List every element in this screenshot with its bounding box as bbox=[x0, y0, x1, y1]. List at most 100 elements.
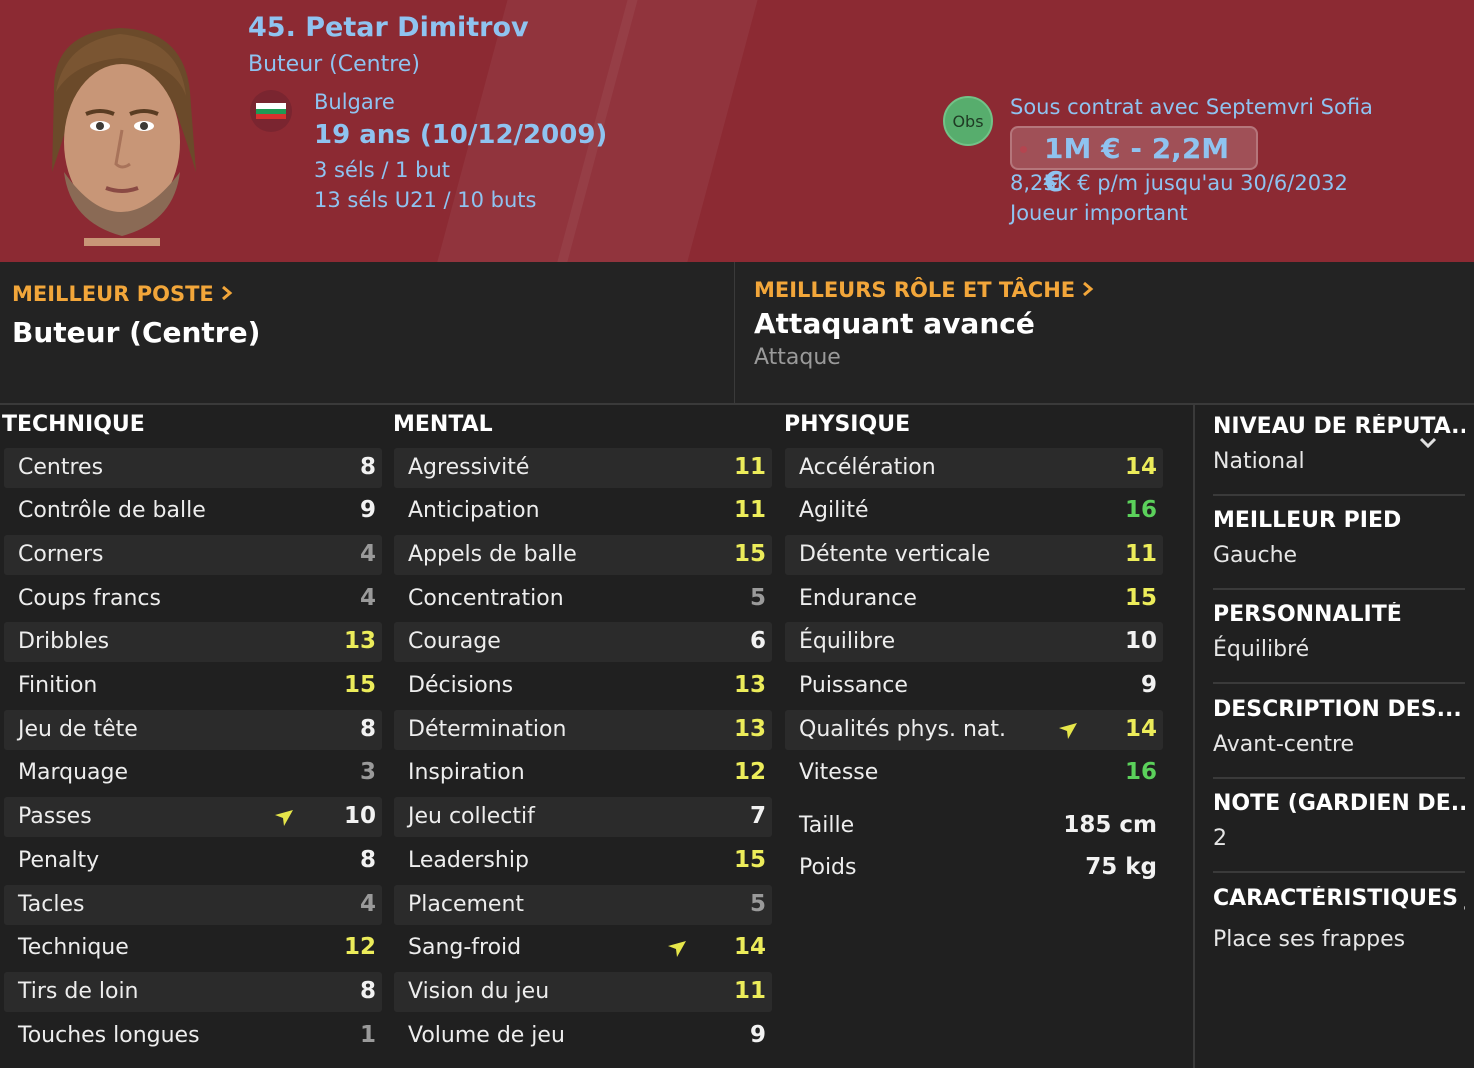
personality-block: PERSONNALITÉ Équilibré bbox=[1213, 602, 1465, 662]
attr-row-controle-de-balle[interactable]: Contrôle de balle 9 bbox=[4, 491, 382, 531]
attr-name: Décisions bbox=[408, 673, 514, 698]
divider bbox=[1213, 588, 1465, 590]
attr-name: Penalty bbox=[18, 848, 100, 873]
attr-value: 4 bbox=[359, 585, 376, 611]
attr-value: 14 bbox=[733, 934, 766, 960]
attr-row-detente-verticale[interactable]: Détente verticale 11 bbox=[785, 535, 1163, 575]
attr-row-penalty[interactable]: Penalty 8 bbox=[4, 841, 382, 881]
attr-row-endurance[interactable]: Endurance 15 bbox=[785, 579, 1163, 619]
best-position-panel: MEILLEUR POSTE Buteur (Centre) bbox=[0, 262, 734, 404]
attr-name: Coups francs bbox=[18, 586, 161, 611]
attr-value: 3 bbox=[359, 759, 376, 785]
player-header: 45. Petar Dimitrov Buteur (Centre) Bulga… bbox=[0, 0, 1474, 262]
attr-row-coups-francs[interactable]: Coups francs 4 bbox=[4, 579, 382, 619]
attr-name: Équilibre bbox=[799, 629, 896, 654]
weight-label: Poids bbox=[799, 855, 857, 880]
attr-value: 15 bbox=[733, 541, 766, 567]
attr-row-passes[interactable]: Passes 10 bbox=[4, 797, 382, 837]
attr-row-equilibre[interactable]: Équilibre 10 bbox=[785, 622, 1163, 662]
technique-title: TECHNIQUE bbox=[2, 412, 145, 437]
attr-value: 9 bbox=[749, 1022, 766, 1048]
personality-title: PERSONNALITÉ bbox=[1213, 602, 1402, 627]
attr-row-agressivite[interactable]: Agressivité 11 bbox=[394, 448, 772, 488]
attr-row-acceleration[interactable]: Accélération 14 bbox=[785, 448, 1163, 488]
attr-value: 11 bbox=[733, 454, 766, 480]
attr-row-leadership[interactable]: Leadership 15 bbox=[394, 841, 772, 881]
attr-row-concentration[interactable]: Concentration 5 bbox=[394, 579, 772, 619]
attr-value: 4 bbox=[359, 541, 376, 567]
attr-row-technique[interactable]: Technique 12 bbox=[4, 928, 382, 968]
best-role-duty: Attaque bbox=[754, 345, 841, 370]
player-nationality[interactable]: Bulgare bbox=[314, 90, 395, 114]
attr-name: Détermination bbox=[408, 717, 567, 742]
value-dot-icon bbox=[1020, 146, 1027, 153]
attr-row-tacles[interactable]: Tacles 4 bbox=[4, 885, 382, 925]
scout-badge[interactable]: Obs bbox=[943, 96, 993, 146]
attr-name: Détente verticale bbox=[799, 542, 991, 567]
best-role-panel: MEILLEURS RÔLE ET TÂCHE Attaquant avancé… bbox=[735, 262, 1474, 404]
attr-row-sang-froid[interactable]: Sang-froid 14 bbox=[394, 928, 772, 968]
attr-value: 13 bbox=[733, 716, 766, 742]
attr-value: 11 bbox=[733, 978, 766, 1004]
attr-row-dribbles[interactable]: Dribbles 13 bbox=[4, 622, 382, 662]
attr-value: 14 bbox=[1124, 716, 1157, 742]
attr-row-placement[interactable]: Placement 5 bbox=[394, 885, 772, 925]
attr-row-agilite[interactable]: Agilité 16 bbox=[785, 491, 1163, 531]
attr-name: Jeu de tête bbox=[18, 717, 138, 742]
traits-title: CARACTÉRISTIQUES J bbox=[1213, 886, 1465, 911]
attr-row-decisions[interactable]: Décisions 13 bbox=[394, 666, 772, 706]
attr-row-jeu-de-tete[interactable]: Jeu de tête 8 bbox=[4, 710, 382, 750]
contract-club[interactable]: Sous contrat avec Septemvri Sofia bbox=[1010, 95, 1373, 119]
attr-row-courage[interactable]: Courage 6 bbox=[394, 622, 772, 662]
attr-name: Accélération bbox=[799, 455, 936, 480]
attr-name: Technique bbox=[18, 935, 129, 960]
attr-value: 15 bbox=[733, 847, 766, 873]
best-position-link[interactable]: MEILLEUR POSTE bbox=[12, 282, 233, 306]
attr-row-appels-de-balle[interactable]: Appels de balle 15 bbox=[394, 535, 772, 575]
divider bbox=[1213, 777, 1465, 779]
attr-row-jeu-collectif[interactable]: Jeu collectif 7 bbox=[394, 797, 772, 837]
attr-name: Corners bbox=[18, 542, 104, 567]
traits-value: Place ses frappes bbox=[1213, 927, 1406, 952]
attr-name: Tacles bbox=[18, 892, 85, 917]
description-block: DESCRIPTION DES... Avant-centre bbox=[1213, 697, 1465, 757]
attr-name: Anticipation bbox=[408, 498, 540, 523]
description-value: Avant-centre bbox=[1213, 732, 1355, 757]
chevron-right-icon bbox=[222, 285, 233, 301]
player-caps: 3 séls / 1 but bbox=[314, 158, 451, 182]
divider bbox=[1213, 871, 1465, 873]
attr-row-marquage[interactable]: Marquage 3 bbox=[4, 753, 382, 793]
attr-name: Tirs de loin bbox=[18, 979, 139, 1004]
attr-value: 12 bbox=[733, 759, 766, 785]
attr-row-corners[interactable]: Corners 4 bbox=[4, 535, 382, 575]
attr-name: Vision du jeu bbox=[408, 979, 550, 1004]
attr-name: Agilité bbox=[799, 498, 869, 523]
best-foot-title: MEILLEUR PIED bbox=[1213, 508, 1402, 533]
attr-row-tirs-de-loin[interactable]: Tirs de loin 8 bbox=[4, 972, 382, 1012]
attr-value: 8 bbox=[359, 978, 376, 1004]
attr-row-puissance[interactable]: Puissance 9 bbox=[785, 666, 1163, 706]
attr-value: 11 bbox=[733, 497, 766, 523]
attr-value: 11 bbox=[1124, 541, 1157, 567]
attr-row-vitesse[interactable]: Vitesse 16 bbox=[785, 753, 1163, 793]
attr-row-centres[interactable]: Centres 8 bbox=[4, 448, 382, 488]
attr-row-vision-du-jeu[interactable]: Vision du jeu 11 bbox=[394, 972, 772, 1012]
attr-row-volume-de-jeu[interactable]: Volume de jeu 9 bbox=[394, 1016, 772, 1056]
attr-value: 8 bbox=[359, 847, 376, 873]
chevron-down-icon[interactable] bbox=[1418, 436, 1438, 450]
attr-row-anticipation[interactable]: Anticipation 11 bbox=[394, 491, 772, 531]
attr-value: 5 bbox=[749, 891, 766, 917]
attr-row-finition[interactable]: Finition 15 bbox=[4, 666, 382, 706]
best-foot-value: Gauche bbox=[1213, 543, 1298, 568]
best-role-link[interactable]: MEILLEURS RÔLE ET TÂCHE bbox=[754, 278, 1094, 302]
attr-name: Volume de jeu bbox=[408, 1023, 565, 1048]
attr-name: Jeu collectif bbox=[408, 804, 535, 829]
attr-row-qualites-phys-nat[interactable]: Qualités phys. nat. 14 bbox=[785, 710, 1163, 750]
attr-row-determination[interactable]: Détermination 13 bbox=[394, 710, 772, 750]
transfer-value-pill[interactable]: 1M € - 2,2M € bbox=[1010, 126, 1258, 198]
attr-name: Contrôle de balle bbox=[18, 498, 206, 523]
attr-row-inspiration[interactable]: Inspiration 12 bbox=[394, 753, 772, 793]
attr-value: 8 bbox=[359, 454, 376, 480]
attr-row-touches-longues[interactable]: Touches longues 1 bbox=[4, 1016, 382, 1056]
reputation-value: National bbox=[1213, 449, 1305, 474]
